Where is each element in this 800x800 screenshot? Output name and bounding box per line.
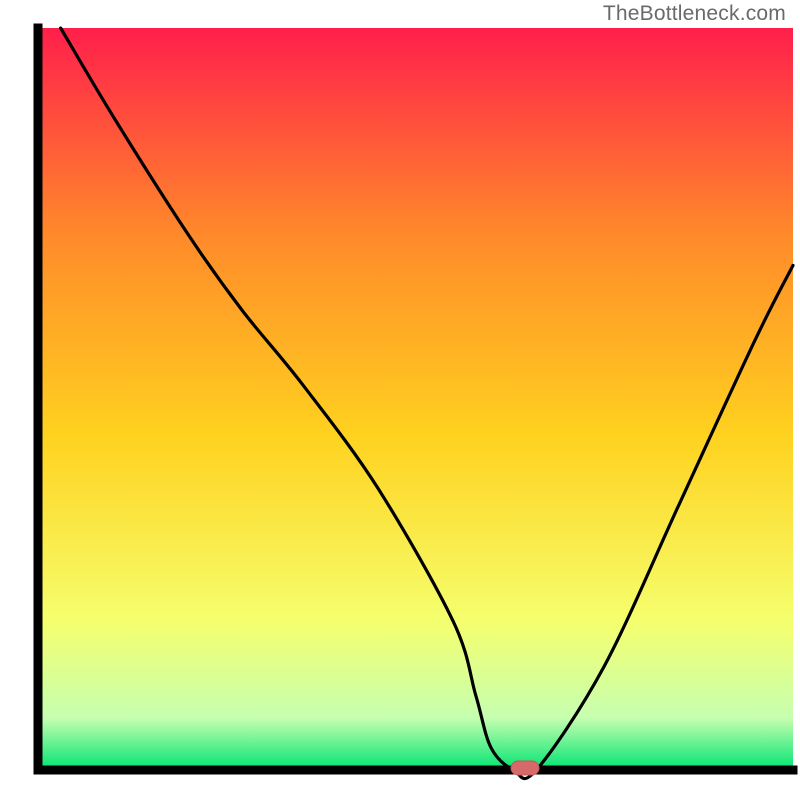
bottleneck-chart <box>0 0 800 800</box>
watermark-text: TheBottleneck.com <box>603 2 786 26</box>
optimal-marker <box>511 761 539 775</box>
chart-frame: TheBottleneck.com <box>0 0 800 800</box>
plot-background <box>38 28 793 770</box>
